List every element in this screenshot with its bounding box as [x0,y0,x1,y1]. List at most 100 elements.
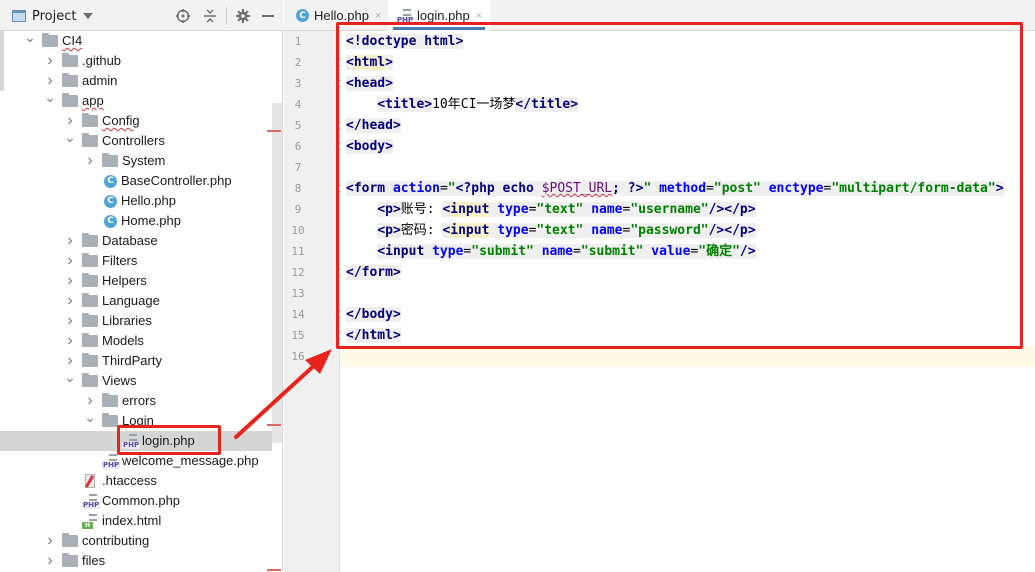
tree-item[interactable]: › errors [0,391,272,411]
code-token: <input [377,244,433,259]
settings-button[interactable] [234,7,252,25]
tree-item[interactable]: PHP login.php [0,431,272,451]
tree-item-label: Database [102,233,158,248]
chevron-down-icon[interactable]: ⌄ [64,128,76,148]
collapse-all-button[interactable] [201,7,219,25]
project-tree: ⌄ CI4 › .github › admin ⌄ app › Config ⌄ Controller… [0,31,272,572]
file-lines [129,434,137,441]
tree-item[interactable]: C BaseController.php [0,171,272,191]
line-number: 12 [291,266,305,279]
chevron-right-icon[interactable]: › [44,51,56,71]
tree-item[interactable]: › Language [0,291,272,311]
code-line[interactable]: <input type="submit" name="submit" value… [341,241,1035,262]
code-line[interactable]: <form action="<?php echo $POST_URL; ?>" … [341,178,1035,199]
tree-item[interactable]: › admin [0,71,272,91]
tree-item[interactable]: › Models [0,331,272,351]
code-token: "submit" [471,244,534,259]
tree-item[interactable]: › System [0,151,272,171]
folder-icon [102,393,118,407]
code-line[interactable]: <head> [341,73,1035,94]
code-line[interactable]: </html> [341,325,1035,346]
tree-item[interactable]: › Filters [0,251,272,271]
tree-item[interactable]: ⌄ Controllers [0,128,272,151]
project-tree-scrollbar[interactable] [272,103,282,443]
folder-icon [62,93,78,107]
tree-item-label: Models [102,333,144,348]
chevron-right-icon[interactable]: › [64,311,76,331]
tree-item[interactable]: Hindex.html [0,511,272,531]
tree-item[interactable]: › Config [0,111,272,131]
chevron-right-icon[interactable]: › [44,531,56,551]
code-line[interactable]: </head> [341,115,1035,136]
code-line[interactable] [341,283,1035,304]
hide-panel-button[interactable] [259,7,277,25]
tree-item[interactable]: .htaccess [0,471,272,491]
chevron-down-icon[interactable]: ⌄ [44,88,56,108]
tree-item[interactable]: ⌄ Login [0,408,272,431]
tree-item[interactable]: PHP welcome_message.php [0,451,272,471]
chevron-right-icon[interactable]: › [64,331,76,351]
code-token: > [995,181,1004,196]
chevron-right-icon[interactable]: › [44,551,56,571]
code-line[interactable]: <p>账号: <input type="text" name="username… [341,199,1035,220]
chevron-right-icon[interactable]: › [64,271,76,291]
code-token [651,181,660,196]
code-token: /></p> [708,202,756,217]
tree-item[interactable]: › ThirdParty [0,351,272,371]
code-token: name [591,223,623,238]
tree-item[interactable]: › Libraries [0,311,272,331]
php-file-icon: PHP [396,8,415,24]
code-token: = [706,181,714,196]
code-line[interactable]: <!doctype html> [341,31,1035,52]
folder-icon [62,533,78,547]
code-editor[interactable]: <!doctype html> <html> <head> <title>10年CI… [341,31,1035,572]
tab-hello-php[interactable]: C Hello.php × [288,0,389,31]
tree-item[interactable]: › .github [0,51,272,71]
tree-item-label: Common.php [102,493,181,508]
chevron-right-icon[interactable]: › [64,291,76,311]
close-icon[interactable]: × [375,10,381,22]
chevron-down-icon[interactable]: ⌄ [24,31,36,48]
project-panel-header: Project [0,0,283,31]
chevron-right-icon[interactable]: › [84,151,96,171]
tree-item[interactable]: PHP Common.php [0,491,272,511]
code-line[interactable]: <title>10年CI一场梦</title> [341,94,1035,115]
code-line[interactable]: <body> [341,136,1035,157]
tree-item-label: app [82,93,104,108]
file-lines [109,454,117,461]
folder-icon [102,413,118,427]
tree-item[interactable]: ⌄ Views [0,368,272,391]
file-lines [89,494,97,501]
locate-file-button[interactable] [174,7,192,25]
tab-label: Hello.php [314,8,369,23]
code-line[interactable] [341,346,1035,367]
tree-item[interactable]: ⌄ CI4 [0,31,272,51]
tree-item[interactable]: ⌄ app [0,88,272,111]
tree-item[interactable]: C Hello.php [0,191,272,211]
code-line[interactable]: <html> [341,52,1035,73]
tab-login-php[interactable]: PHP login.php × [388,0,491,31]
chevron-down-icon[interactable]: ⌄ [84,408,96,428]
code-line[interactable]: </form> [341,262,1035,283]
code-line[interactable]: <p>密码: <input type="text" name="password… [341,220,1035,241]
tree-item[interactable]: C Home.php [0,211,272,231]
tree-item[interactable]: › Helpers [0,271,272,291]
tree-item[interactable]: › contributing [0,531,272,551]
line-number: 16 [291,350,305,363]
tree-item[interactable]: › files [0,551,272,571]
chevron-right-icon[interactable]: › [64,251,76,271]
folder-icon [82,253,98,267]
tree-item-label: welcome_message.php [122,453,259,468]
code-line[interactable] [341,157,1035,178]
close-icon[interactable]: × [476,10,482,22]
code-token: type [432,244,464,259]
code-token: </html> [346,328,401,343]
code-token: "submit" [580,244,644,259]
code-line[interactable]: </body> [341,304,1035,325]
chevron-right-icon[interactable]: › [64,231,76,251]
chevron-down-icon[interactable]: ⌄ [64,368,76,388]
tree-item[interactable]: › Database [0,231,272,251]
project-view-selector[interactable]: Project [12,7,94,25]
folder-icon [42,33,58,47]
